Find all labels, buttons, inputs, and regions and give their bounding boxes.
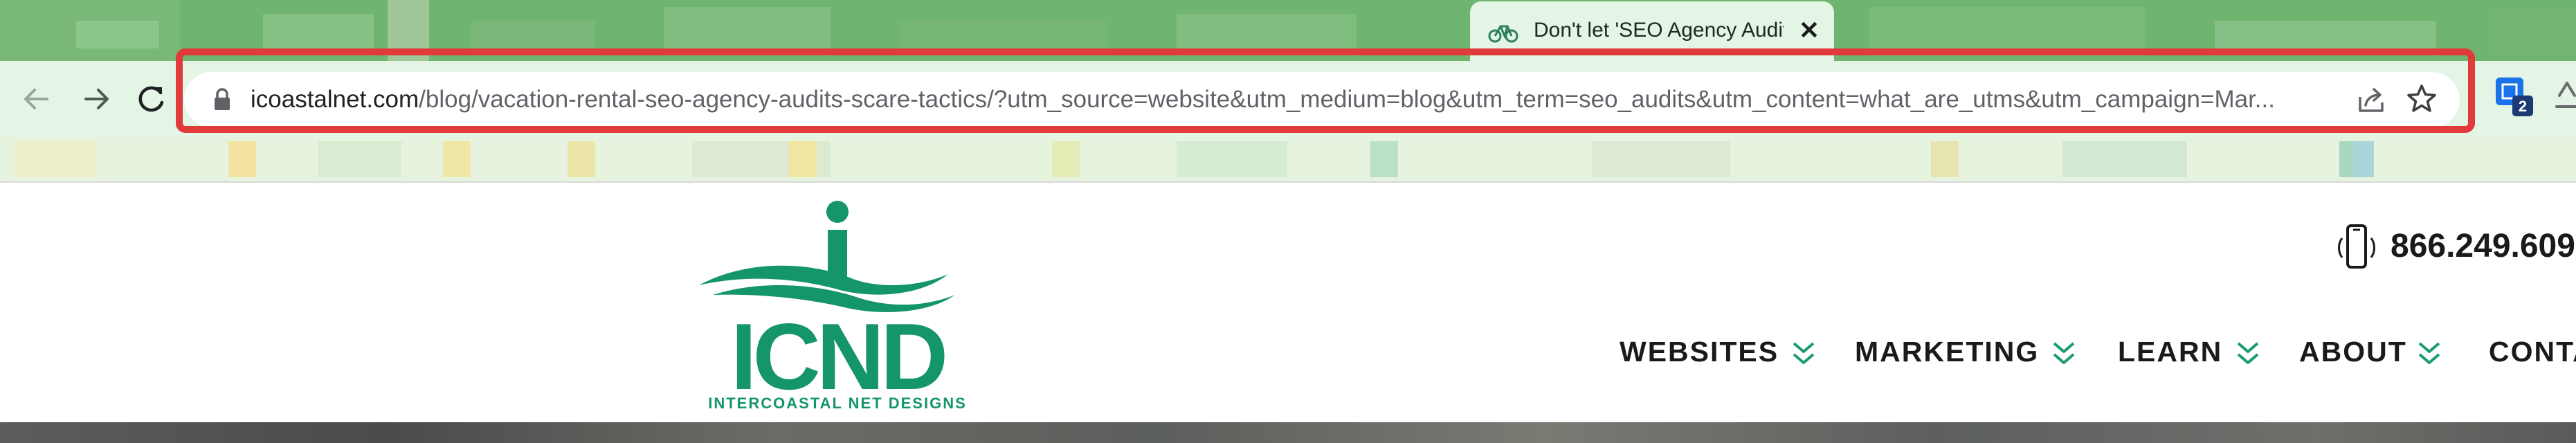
phone-icon xyxy=(2338,224,2375,269)
blurred-bookmark xyxy=(568,141,595,177)
nav-item-about[interactable]: ABOUT xyxy=(2299,331,2458,372)
blurred-tab-area xyxy=(1177,14,1357,48)
blurred-bookmark xyxy=(789,141,817,177)
reload-icon[interactable] xyxy=(130,78,173,120)
chevron-down-icon xyxy=(2418,342,2440,364)
close-tab-icon[interactable]: ✕ xyxy=(1794,15,1824,46)
chevron-down-icon xyxy=(1793,342,1815,364)
blurred-bookmark xyxy=(1370,141,1398,177)
blurred-bookmark xyxy=(1177,141,1287,177)
blurred-bookmark xyxy=(2062,141,2187,177)
nav-label: CONTA xyxy=(2489,336,2576,368)
chevron-down-icon xyxy=(2237,342,2259,364)
blurred-tab-area xyxy=(2492,7,2576,55)
icnd-logo[interactable]: ICND INTERCOASTAL NET DESIGNS xyxy=(699,198,976,408)
nav-item-marketing[interactable]: MARKETING xyxy=(1855,331,2083,372)
nav-item-learn[interactable]: LEARN xyxy=(2118,331,2270,372)
extension-badge-count: 2 xyxy=(2519,98,2527,115)
logo-wordmark: ICND xyxy=(731,304,945,408)
blurred-bookmark xyxy=(228,141,256,177)
blurred-bookmark xyxy=(1931,141,1959,177)
blurred-bookmark xyxy=(318,141,401,177)
chevron-down-icon xyxy=(2053,342,2075,364)
blurred-bookmark xyxy=(443,141,471,177)
blurred-bookmark xyxy=(1052,141,1080,177)
forward-arrow-icon[interactable] xyxy=(75,78,118,120)
address-bar-highlight xyxy=(176,48,2475,133)
nav-label: ABOUT xyxy=(2299,336,2407,368)
blurred-tab-area xyxy=(263,14,374,48)
blurred-tab-area xyxy=(900,21,1107,48)
blurred-tab-area xyxy=(2215,21,2436,48)
nav-label: MARKETING xyxy=(1855,336,2040,368)
blurred-tab-area xyxy=(76,21,159,48)
blurred-tab-area xyxy=(471,21,595,48)
nav-item-contact[interactable]: CONTA xyxy=(2489,331,2576,372)
bicycle-icon xyxy=(1488,25,1518,43)
bookmarks-bar xyxy=(0,137,2576,181)
tab-title: Don't let 'SEO Agency Audits' Scare You xyxy=(1534,19,1784,42)
logo-tagline: INTERCOASTAL NET DESIGNS xyxy=(708,395,967,408)
nav-label: WEBSITES xyxy=(1620,336,1779,368)
nav-item-websites[interactable]: WEBSITES xyxy=(1620,331,1820,372)
hero-image-strip xyxy=(0,422,2576,443)
blurred-bookmark xyxy=(14,141,97,177)
blurred-tab-area xyxy=(664,7,831,48)
back-arrow-icon[interactable] xyxy=(15,78,58,120)
extension-icon[interactable]: 2 xyxy=(2494,75,2534,118)
nav-label: LEARN xyxy=(2118,336,2223,368)
web-page: ICND INTERCOASTAL NET DESIGNS 866.249.60… xyxy=(0,183,2576,422)
blurred-bookmark xyxy=(1592,141,1730,177)
blurred-bookmark xyxy=(2353,141,2374,177)
phone-number[interactable]: 866.249.609 xyxy=(2391,224,2575,269)
blurred-tab-area xyxy=(1869,7,2146,48)
recycle-extension-icon[interactable] xyxy=(2550,79,2576,114)
